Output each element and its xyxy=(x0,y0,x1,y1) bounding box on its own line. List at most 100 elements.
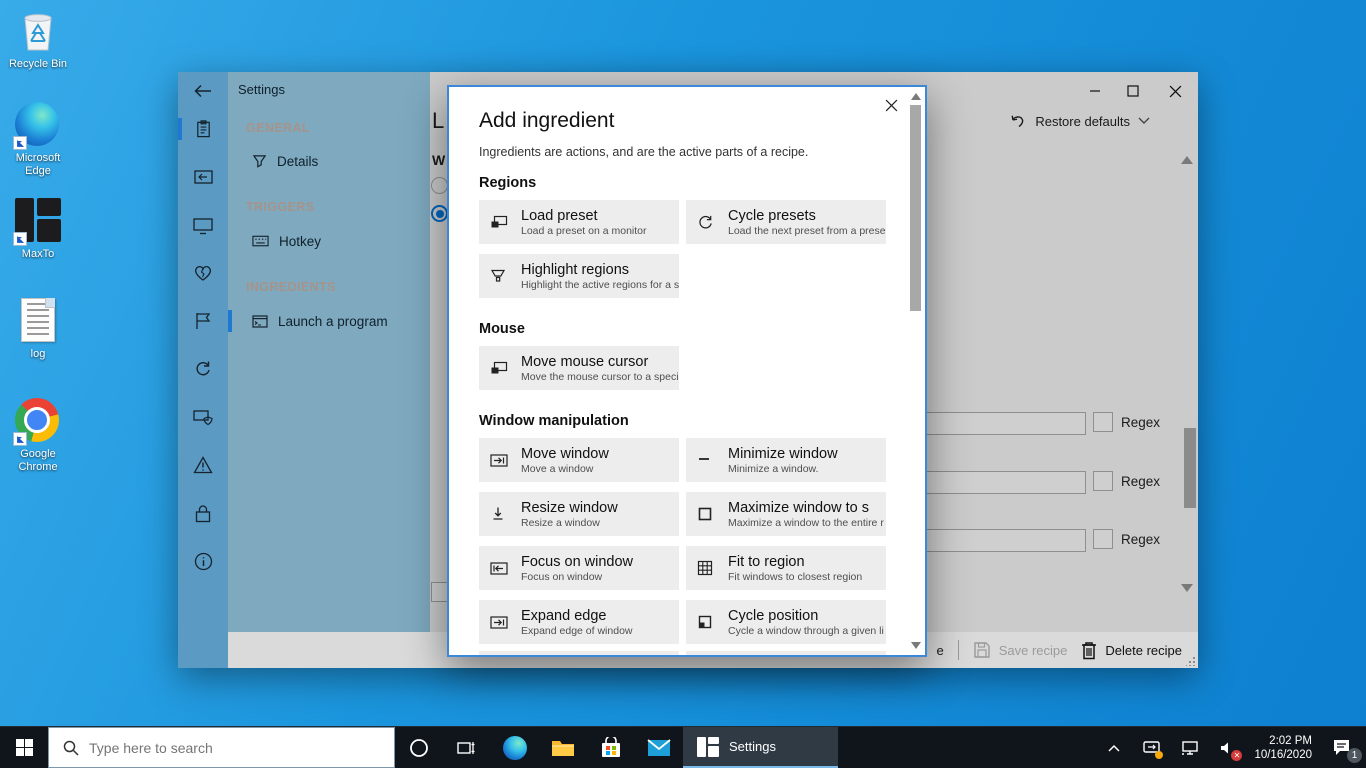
ingredient-move-window[interactable]: Move windowMove a window xyxy=(479,438,679,482)
radio-option-unselected[interactable] xyxy=(431,177,448,194)
ingredient-cycle-presets[interactable]: Cycle presetsLoad the next preset from a… xyxy=(686,200,886,244)
scroll-up-arrow[interactable] xyxy=(1181,156,1193,164)
delete-recipe-button[interactable]: Delete recipe xyxy=(1081,641,1182,660)
nav-item-label: Hotkey xyxy=(279,234,321,249)
ingredient-partial-row[interactable] xyxy=(686,651,886,657)
match-input-2[interactable] xyxy=(900,471,1086,494)
ingredient-title: Cycle position xyxy=(728,608,818,624)
taskbar-active-app-settings[interactable]: Settings xyxy=(683,727,838,768)
dialog-close-icon[interactable] xyxy=(881,95,901,115)
taskbar-clock[interactable]: 2:02 PM 10/16/2020 xyxy=(1254,734,1312,762)
search-input[interactable] xyxy=(89,740,339,756)
rail-item-flags[interactable] xyxy=(178,304,228,338)
taskbar: Settings ✕ 2:02 PM 10/16/2020 1 xyxy=(0,726,1366,768)
save-recipe-button[interactable]: Save recipe xyxy=(973,641,1068,659)
box-arrow-left-icon xyxy=(490,562,512,575)
regex-row-3: Regex xyxy=(1093,529,1160,549)
ingredient-maximize-window[interactable]: Maximize window to sMaximize a window to… xyxy=(686,492,886,536)
resize-grip[interactable] xyxy=(1186,656,1196,666)
dialog-scroll-up-arrow[interactable] xyxy=(911,93,921,100)
ingredient-focus-on-window[interactable]: Focus on windowFocus on window xyxy=(479,546,679,590)
dialog-scrollbar[interactable] xyxy=(908,89,923,653)
ingredient-resize-window[interactable]: Resize windowResize a window xyxy=(479,492,679,536)
back-button[interactable] xyxy=(178,74,228,108)
scrollbar-thumb[interactable] xyxy=(1184,428,1196,508)
ingredient-desc: Expand edge of window xyxy=(521,625,633,637)
rail-item-focus[interactable] xyxy=(178,160,228,194)
ingredient-fit-to-region[interactable]: Fit to regionFit windows to closest regi… xyxy=(686,546,886,590)
corner-square-icon xyxy=(697,614,719,630)
funnel-icon xyxy=(252,154,267,169)
nav-selected-indicator xyxy=(228,310,232,332)
close-button[interactable] xyxy=(1158,78,1192,104)
ingredient-title: Expand edge xyxy=(521,608,606,624)
taskbar-app-label: Settings xyxy=(729,739,776,754)
match-input-3[interactable] xyxy=(900,529,1086,552)
desktop-icon-microsoft-edge[interactable]: Microsoft Edge xyxy=(0,102,76,178)
ingredient-cycle-position[interactable]: Cycle positionCycle a window through a g… xyxy=(686,600,886,644)
regex-label: Regex xyxy=(1121,415,1160,430)
scroll-down-arrow[interactable] xyxy=(1181,584,1193,592)
ingredient-load-preset[interactable]: Load presetLoad a preset on a monitor xyxy=(479,200,679,244)
task-view-button[interactable] xyxy=(443,727,491,768)
ingredient-highlight-regions[interactable]: Highlight regionsHighlight the active re… xyxy=(479,254,679,298)
regex-checkbox-3[interactable] xyxy=(1093,529,1113,549)
rail-item-about[interactable] xyxy=(178,544,228,578)
desktop-icon-log[interactable]: log xyxy=(0,298,76,361)
nav-item-details[interactable]: Details xyxy=(228,146,430,176)
taskbar-search[interactable] xyxy=(48,727,395,768)
hidden-button-fragment[interactable]: e xyxy=(937,643,944,658)
task-view-icon xyxy=(457,740,477,756)
tray-update-icon[interactable] xyxy=(1140,733,1164,763)
nav-section-triggers: TRIGGERS xyxy=(246,200,314,214)
volume-muted-icon[interactable]: ✕ xyxy=(1216,733,1240,763)
hidden-icons-chevron[interactable] xyxy=(1102,733,1126,763)
maxto-icon xyxy=(15,198,61,244)
regex-checkbox-2[interactable] xyxy=(1093,471,1113,491)
rail-item-troubleshooting[interactable] xyxy=(178,448,228,482)
dialog-scrollbar-thumb[interactable] xyxy=(910,105,921,311)
taskbar-store-button[interactable] xyxy=(587,727,635,768)
match-input-1[interactable] xyxy=(900,412,1086,435)
box-left-arrow-icon xyxy=(194,170,213,184)
footer-separator xyxy=(958,640,959,660)
content-heading-fragment: L xyxy=(432,108,444,134)
desktop-icon-maxto[interactable]: MaxTo xyxy=(0,198,76,261)
rail-item-privacy[interactable] xyxy=(178,400,228,434)
restore-defaults-button[interactable]: Restore defaults xyxy=(1009,112,1150,130)
rail-item-monitors[interactable] xyxy=(178,209,228,243)
start-button[interactable] xyxy=(0,727,48,768)
nav-item-launch-a-program[interactable]: Launch a program xyxy=(228,306,430,336)
undo-icon xyxy=(1009,112,1027,130)
cortana-button[interactable] xyxy=(395,727,443,768)
save-recipe-label: Save recipe xyxy=(999,643,1068,658)
taskbar-edge-button[interactable] xyxy=(491,727,539,768)
rail-item-favorites[interactable] xyxy=(178,256,228,290)
ingredient-move-mouse-cursor[interactable]: Move mouse cursorMove the mouse cursor t… xyxy=(479,346,679,390)
desktop-icon-google-chrome[interactable]: Google Chrome xyxy=(0,398,76,474)
taskbar-mail-button[interactable] xyxy=(635,727,683,768)
maximize-square-icon xyxy=(697,506,719,522)
ingredient-expand-edge[interactable]: Expand edgeExpand edge of window xyxy=(479,600,679,644)
regex-checkbox-1[interactable] xyxy=(1093,412,1113,432)
microsoft-store-icon xyxy=(600,737,622,759)
minimize-button[interactable] xyxy=(1078,78,1112,104)
dialog-title: Add ingredient xyxy=(479,109,614,133)
nav-item-hotkey[interactable]: Hotkey xyxy=(228,226,430,256)
clipboard-icon xyxy=(194,119,213,139)
ingredient-minimize-window[interactable]: Minimize windowMinimize a window. xyxy=(686,438,886,482)
dialog-subtitle: Ingredients are actions, and are the act… xyxy=(479,145,808,159)
delete-recipe-label: Delete recipe xyxy=(1105,643,1182,658)
rail-item-recipes[interactable] xyxy=(178,112,228,146)
rail-item-updates[interactable] xyxy=(178,352,228,386)
action-center-button[interactable]: 1 xyxy=(1326,733,1356,763)
taskbar-file-explorer-button[interactable] xyxy=(539,727,587,768)
resize-arrow-icon xyxy=(490,506,512,522)
dialog-scroll-down-arrow[interactable] xyxy=(911,642,921,649)
ingredient-partial-row[interactable] xyxy=(479,651,679,657)
rail-item-license[interactable] xyxy=(178,496,228,530)
radio-option-selected[interactable] xyxy=(431,205,448,222)
desktop-icon-recycle-bin[interactable]: Recycle Bin xyxy=(0,8,76,71)
network-icon[interactable] xyxy=(1178,733,1202,763)
maximize-button[interactable] xyxy=(1116,78,1150,104)
